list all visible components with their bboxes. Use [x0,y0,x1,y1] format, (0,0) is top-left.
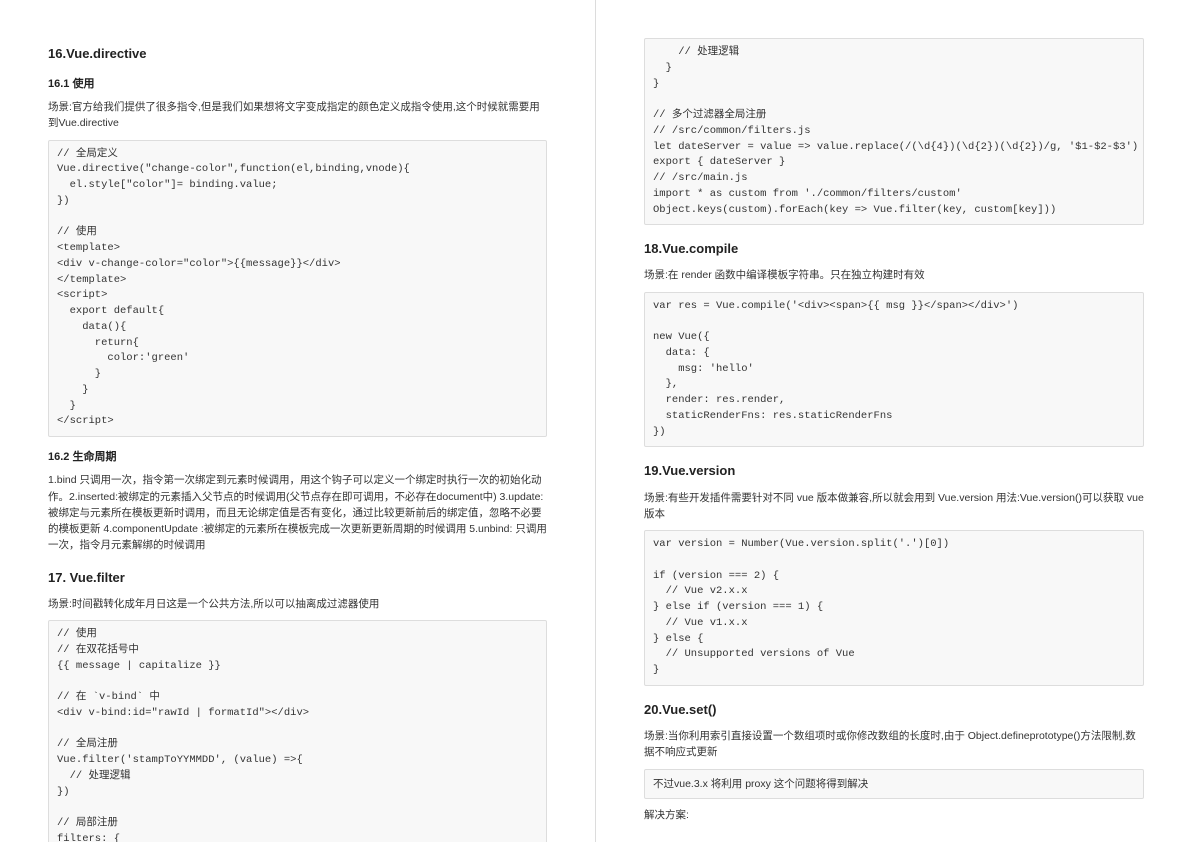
blockquote-20: 不过vue.3.x 将利用 proxy 这个问题将得到解决 [644,769,1144,799]
heading-17: 17. Vue.filter [48,568,547,588]
paragraph-16-1: 场景:官方给我们提供了很多指令,但是我们如果想将文字变成指定的颜色定义成指令使用… [48,99,547,132]
paragraph-20b: 解决方案: [644,807,1144,823]
heading-20: 20.Vue.set() [644,700,1144,720]
paragraph-18: 场景:在 render 函数中编译模板字符串。只在独立构建时有效 [644,267,1144,283]
page-right: // 处理逻辑 } } // 多个过滤器全局注册 // /src/common/… [596,0,1192,842]
paragraph-16-2: 1.bind 只调用一次，指令第一次绑定到元素时候调用，用这个钩子可以定义一个绑… [48,472,547,553]
code-block-18: var res = Vue.compile('<div><span>{{ msg… [644,292,1144,448]
code-block-16-1: // 全局定义 Vue.directive("change-color",fun… [48,140,547,438]
heading-16-2: 16.2 生命周期 [48,449,547,466]
code-block-17: // 使用 // 在双花括号中 {{ message | capitalize … [48,620,547,842]
code-block-17-cont: // 处理逻辑 } } // 多个过滤器全局注册 // /src/common/… [644,38,1144,225]
page-spread: 16.Vue.directive 16.1 使用 场景:官方给我们提供了很多指令… [0,0,1192,842]
code-block-19: var version = Number(Vue.version.split('… [644,530,1144,686]
heading-16: 16.Vue.directive [48,44,547,64]
heading-19: 19.Vue.version [644,461,1144,481]
paragraph-20: 场景:当你利用索引直接设置一个数组项时或你修改数组的长度时,由于 Object.… [644,728,1144,761]
page-left: 16.Vue.directive 16.1 使用 场景:官方给我们提供了很多指令… [0,0,596,842]
heading-18: 18.Vue.compile [644,239,1144,259]
paragraph-17: 场景:时间戳转化成年月日这是一个公共方法,所以可以抽离成过滤器使用 [48,596,547,612]
paragraph-19: 场景:有些开发插件需要针对不同 vue 版本做兼容,所以就会用到 Vue.ver… [644,490,1144,523]
heading-16-1: 16.1 使用 [48,76,547,93]
